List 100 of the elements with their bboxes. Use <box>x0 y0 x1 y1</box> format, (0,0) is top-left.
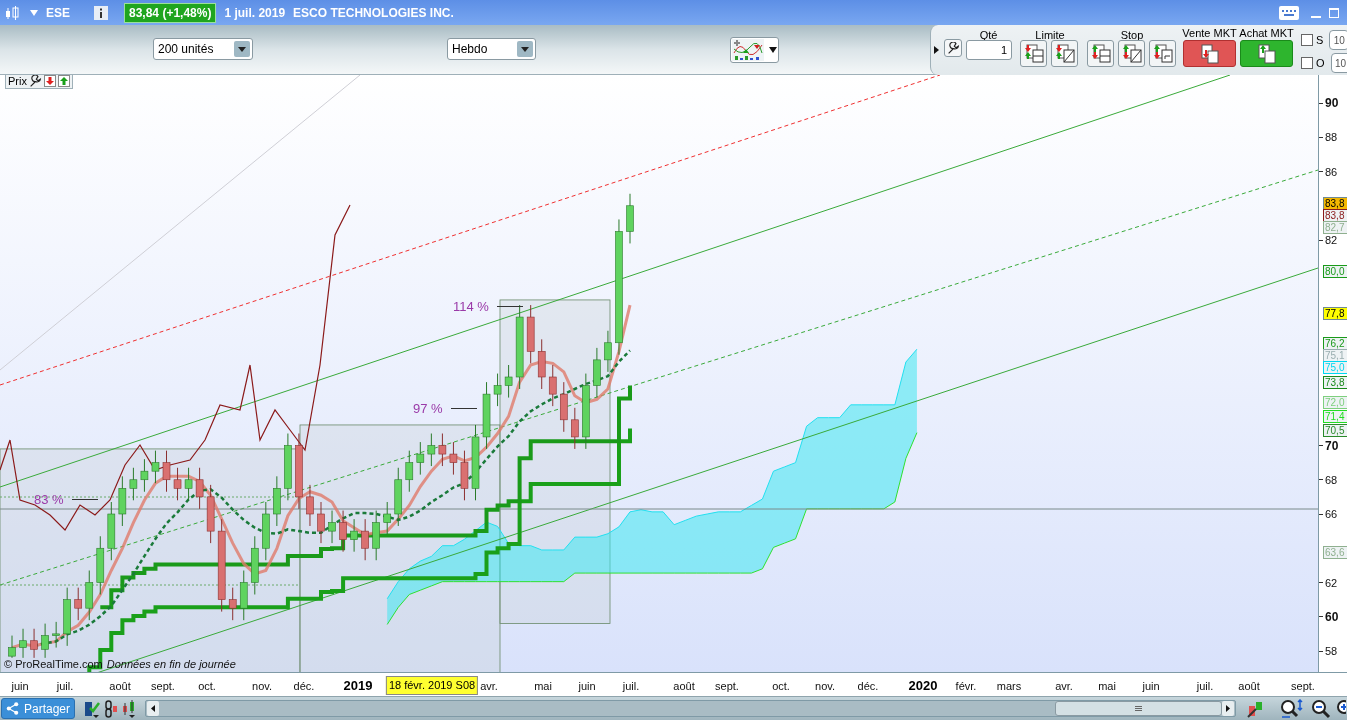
horizontal-scrollbar[interactable] <box>145 700 1236 717</box>
axis-label: sept. <box>715 679 739 694</box>
axis-label: 88 <box>1325 130 1338 145</box>
axis-label: août <box>673 679 695 694</box>
order-icon <box>1121 43 1142 64</box>
axis-label: juil. <box>56 679 74 694</box>
axis-label: févr. <box>955 679 977 694</box>
chart-settings-icon[interactable] <box>1247 699 1265 718</box>
axis-label: sept. <box>1291 679 1315 694</box>
candlestick <box>361 518 369 561</box>
scroll-thumb[interactable] <box>1055 701 1222 716</box>
share-icon <box>6 702 19 715</box>
percent-label: 97 % <box>413 400 443 418</box>
candlestick <box>504 364 513 399</box>
quantity-field[interactable]: 1 <box>966 40 1012 60</box>
candlestick <box>151 450 160 484</box>
value-field[interactable]: 10 <box>1330 53 1347 73</box>
candlestick <box>604 330 612 373</box>
checklist-icon[interactable] <box>84 699 101 718</box>
candlestick <box>405 450 414 493</box>
keyboard-icon[interactable] <box>1279 5 1299 20</box>
stop-label: Stop <box>1119 28 1145 43</box>
axis-label: 66 <box>1325 507 1338 521</box>
price-tag: 71,4 <box>1323 410 1347 423</box>
candlestick <box>383 501 391 536</box>
candlestick <box>239 570 248 621</box>
maximize-icon[interactable] <box>1329 7 1339 18</box>
candlestick <box>52 621 60 649</box>
grip-icon <box>1135 706 1142 711</box>
checkbox[interactable] <box>1301 34 1313 46</box>
panel-label: Prix <box>8 75 27 89</box>
axis-label: 70 <box>1325 438 1339 453</box>
wrench-icon[interactable] <box>28 75 42 88</box>
limit-label: Limite <box>1034 28 1066 43</box>
price-tag: 77,8 <box>1323 307 1347 320</box>
info-icon[interactable] <box>94 5 108 20</box>
period-dropdown[interactable]: Hebdo <box>447 38 536 60</box>
candlestick <box>184 467 193 501</box>
candlestick <box>427 433 436 467</box>
down-arrow-icon[interactable] <box>43 75 56 87</box>
candlestick <box>372 510 380 561</box>
candlestick-icon[interactable] <box>122 699 137 718</box>
stop-order-button[interactable] <box>1149 40 1176 67</box>
date-label: 1 juil. 2019 <box>224 4 286 22</box>
checkbox[interactable] <box>1301 57 1313 69</box>
axis-label: 60 <box>1325 609 1339 624</box>
price-tag: 70,5 <box>1323 424 1347 437</box>
zoom-fit-icon[interactable] <box>1280 698 1304 719</box>
candlestick <box>339 510 347 553</box>
candlestick <box>30 628 38 659</box>
candlestick <box>593 347 601 399</box>
expand-arrow-icon[interactable] <box>934 46 939 54</box>
axis-label: 62 <box>1325 575 1338 590</box>
up-arrow-icon[interactable] <box>57 75 70 87</box>
axis-label: avr. <box>1055 679 1073 694</box>
candlestick <box>195 467 204 510</box>
candlestick <box>306 484 314 527</box>
axis-label: nov. <box>252 679 272 694</box>
dropdown-arrow-icon[interactable] <box>30 9 38 16</box>
candlestick <box>173 467 182 501</box>
axis-label: juil. <box>622 679 640 694</box>
axis-label: 58 <box>1325 644 1338 658</box>
candlestick <box>560 381 568 433</box>
symbol-label: ESE <box>46 4 70 22</box>
axis-label: 86 <box>1325 164 1338 179</box>
order-icon <box>1199 43 1220 64</box>
order-icon <box>1090 43 1111 64</box>
axis-label: oct. <box>772 679 790 694</box>
candlestick <box>41 623 49 659</box>
order-icon <box>1256 43 1277 64</box>
limit-order-button[interactable] <box>1020 40 1047 67</box>
units-dropdown[interactable]: 200 unités <box>153 38 253 60</box>
percent-label: 114 % <box>453 298 489 316</box>
candlestick <box>228 587 237 621</box>
stop-order-button[interactable] <box>1118 40 1145 67</box>
axis-label: juin <box>1142 679 1160 694</box>
price-change-badge: 83,84 (+1,48%) <box>124 2 217 23</box>
caret-icon <box>769 47 777 53</box>
value-field[interactable]: 10 <box>1329 30 1347 50</box>
scroll-right-icon[interactable] <box>1222 701 1234 716</box>
axis-label: 2020 <box>908 677 938 695</box>
candlestick <box>626 193 634 244</box>
price-tag: 63,6 <box>1323 546 1347 559</box>
indicator-button[interactable] <box>730 37 779 63</box>
axis-label: 2019 <box>343 677 373 695</box>
stop-order-button[interactable] <box>1087 40 1114 67</box>
scroll-left-icon[interactable] <box>147 701 160 716</box>
limit-order-button[interactable] <box>1051 40 1078 67</box>
candlestick <box>284 433 292 501</box>
chain-icon[interactable] <box>103 699 120 718</box>
price-tag: 75,0 <box>1323 361 1347 374</box>
candlestick <box>493 373 502 407</box>
candlestick-icon[interactable] <box>4 4 22 21</box>
candlestick <box>118 475 127 527</box>
candlestick <box>262 501 270 561</box>
axis-label: déc. <box>293 679 315 694</box>
zoom-out-icon[interactable] <box>1311 698 1331 719</box>
price-tag: 72,0 <box>1323 396 1347 409</box>
settings-button[interactable] <box>944 39 962 57</box>
candlestick <box>317 501 325 544</box>
